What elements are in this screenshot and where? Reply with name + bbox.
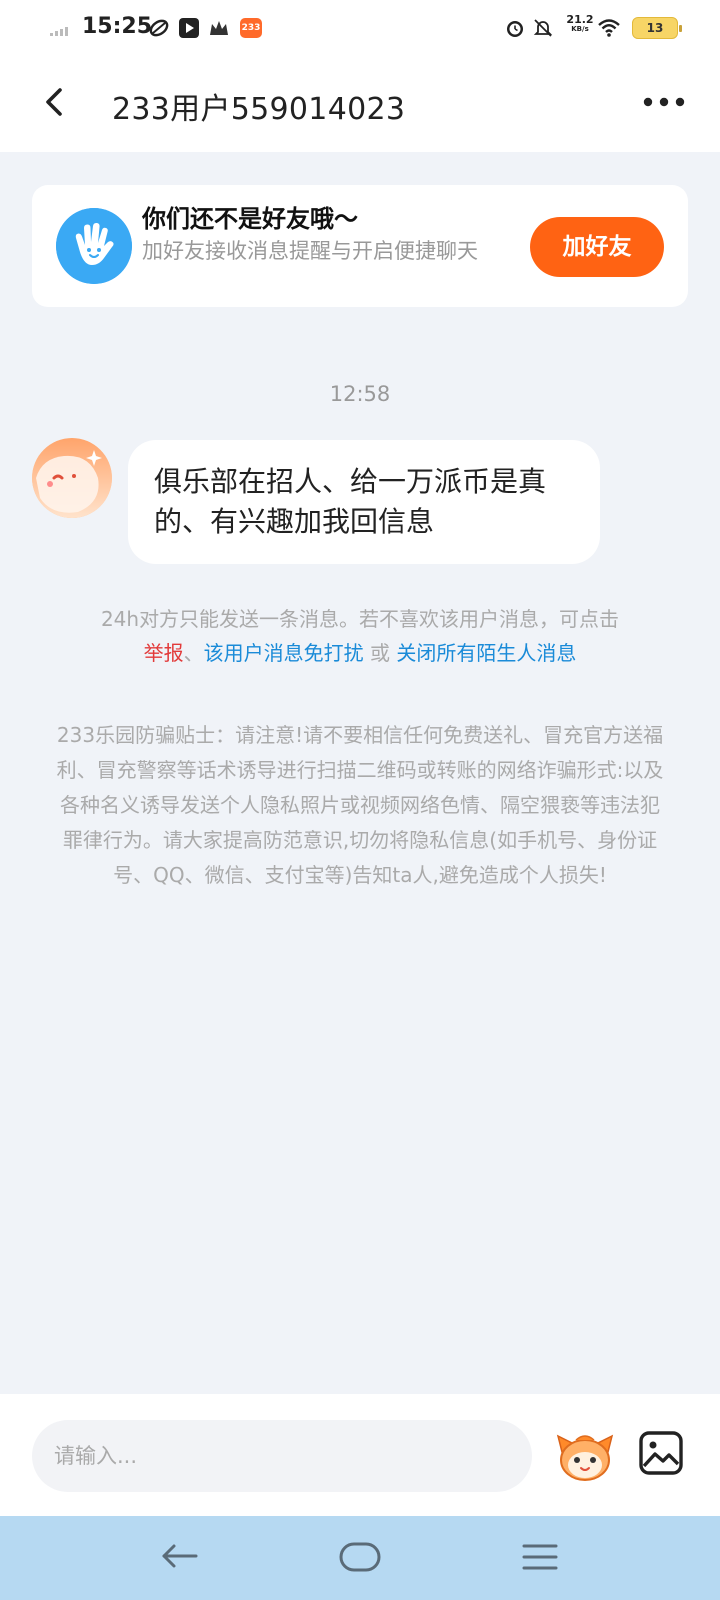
- message-input-bar: [0, 1394, 720, 1516]
- stranger-notice: 24h对方只能发送一条消息。若不喜欢该用户消息，可点击 举报、该用户消息免打扰 …: [40, 602, 680, 670]
- friend-card-subtitle: 加好友接收消息提醒与开启便捷聊天: [142, 239, 478, 263]
- mute-user-link[interactable]: 该用户消息免打扰: [204, 641, 364, 665]
- status-bar: 15:25 233 21.2 KB/s 13: [0, 0, 720, 56]
- signal-icon: [50, 27, 68, 36]
- report-link[interactable]: 举报: [144, 641, 184, 665]
- nav-home-icon[interactable]: [338, 1540, 382, 1574]
- message-input[interactable]: [32, 1420, 532, 1492]
- leaf-icon: [149, 19, 169, 37]
- back-button[interactable]: [34, 80, 78, 124]
- message-timestamp: 12:58: [329, 382, 391, 406]
- friend-request-card: 你们还不是好友哦～ 加好友接收消息提醒与开启便捷聊天 加好友: [32, 185, 688, 307]
- app-233-icon: 233: [240, 18, 262, 38]
- chat-header: 233用户559014023: [0, 56, 720, 152]
- friend-card-title: 你们还不是好友哦～: [142, 205, 358, 233]
- notice-separator: 、: [183, 641, 204, 665]
- mascot-emoji-icon[interactable]: [556, 1430, 614, 1482]
- nav-menu-icon[interactable]: [520, 1540, 560, 1574]
- notice-text: 24h对方只能发送一条消息。若不喜欢该用户消息，可点击: [100, 607, 620, 631]
- add-friend-button[interactable]: 加好友: [530, 217, 664, 277]
- avatar[interactable]: [32, 438, 112, 518]
- nav-back-icon[interactable]: [160, 1538, 200, 1574]
- status-time: 15:25: [82, 14, 153, 39]
- more-dots-icon[interactable]: [640, 82, 688, 122]
- net-speed: 21.2 KB/s: [566, 13, 594, 33]
- hand-wave-icon: [56, 208, 132, 284]
- wifi-icon: [598, 19, 620, 37]
- alarm-icon: [507, 21, 523, 37]
- anti-fraud-tips: 233乐园防骗贴士：请注意!请不要相信任何免费送礼、冒充官方送福利、冒充警察等话…: [56, 723, 664, 887]
- page-title: 233用户559014023: [112, 92, 406, 127]
- battery-icon: 13: [632, 17, 682, 39]
- mute-icon: [533, 19, 553, 37]
- system-nav-bar: [0, 1516, 720, 1600]
- close-stranger-messages-link[interactable]: 关闭所有陌生人消息: [396, 641, 576, 665]
- message-bubble[interactable]: 俱乐部在招人、给一万派币是真的、有兴趣加我回信息: [128, 440, 600, 564]
- notice-separator: 或: [363, 641, 397, 665]
- crown-icon: [210, 21, 228, 35]
- play-icon: [179, 18, 199, 38]
- image-icon[interactable]: [638, 1430, 684, 1476]
